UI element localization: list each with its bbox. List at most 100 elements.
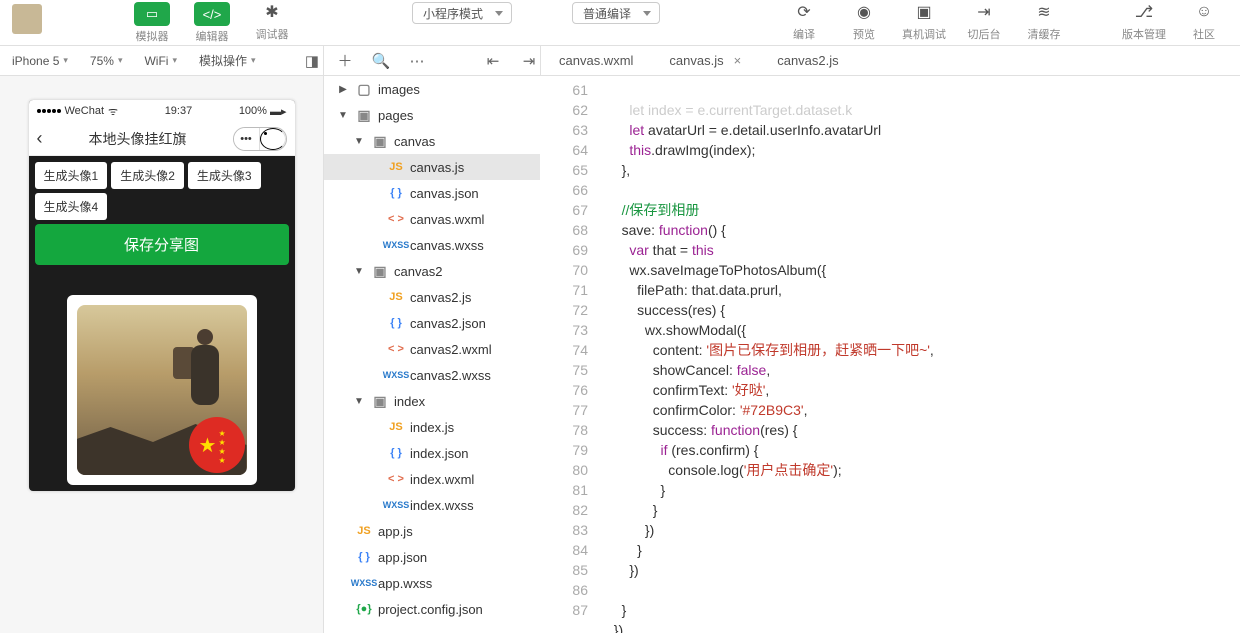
json-icon: { } [382,187,410,199]
gen-avatar-3[interactable]: 生成头像3 [188,162,261,189]
page-title: 本地头像挂红旗 [89,129,187,149]
file-canvas2-js[interactable]: JScanvas2.js [324,284,540,310]
canvas2-wxss-label: canvas2.wxss [410,368,491,383]
file-canvas-wxml[interactable]: < >canvas.wxml [324,206,540,232]
js-icon: JS [382,291,410,303]
phone-statusbar: WeChat ᯤ 19:37 100% ▬▸ [29,100,295,122]
carrier-label: WeChat [65,105,105,117]
canvas2-label: canvas2 [394,264,442,279]
canvas-label: canvas [394,134,435,149]
app-js-label: app.js [378,524,413,539]
folder-pages[interactable]: ▼▣pages [324,102,540,128]
file-project-config[interactable]: {●}project.config.json [324,596,540,622]
back-icon[interactable]: ‹ [37,128,43,149]
folder-icon: ▢ [350,81,378,98]
gen-avatar-1[interactable]: 生成头像1 [35,162,108,189]
file-index-json[interactable]: { }index.json [324,440,540,466]
tab2-label: canvas.js [669,53,723,68]
folder-open-icon: ▣ [350,107,378,124]
file-canvas2-wxss[interactable]: WXSScanvas2.wxss [324,362,540,388]
canvas2-js-label: canvas2.js [410,290,471,305]
code-content[interactable]: let index = e.currentTarget.dataset.k le… [598,76,1240,633]
indent-right-icon[interactable]: ⇥ [518,50,540,72]
tab-canvas2-js[interactable]: canvas2.js [759,46,856,75]
tab-canvas-wxml[interactable]: canvas.wxml [541,46,651,75]
device-value: iPhone 5 [12,54,59,68]
menu-icon[interactable]: ••• [234,128,260,150]
file-app-wxss[interactable]: WXSSapp.wxss [324,570,540,596]
version-button[interactable]: ⎇ 版本管理 [1114,0,1174,46]
index-json-label: index.json [410,446,469,461]
bg-icon: ⇥ [969,0,999,24]
save-share-button[interactable]: 保存分享图 [35,224,289,265]
remote-icon: ▣ [909,0,939,24]
images-label: images [378,82,420,97]
remote-debug-button[interactable]: ▣ 真机调试 [894,0,954,46]
indent-left-icon[interactable]: ⇤ [482,50,504,72]
search-icon[interactable]: 🔍 [370,50,392,72]
background-button[interactable]: ⇥ 切后台 [954,0,1014,46]
wxss-icon: WXSS [382,240,410,250]
compile-select[interactable]: 普通编译 [572,2,660,24]
more-icon[interactable]: ⋯ [406,50,428,72]
folder-canvas2[interactable]: ▼▣canvas2 [324,258,540,284]
tab-canvas-js[interactable]: canvas.js × [651,46,759,75]
folder-index[interactable]: ▼▣index [324,388,540,414]
wxml-icon: < > [382,213,410,225]
simulate-select[interactable]: 模拟操作▾ [189,46,266,76]
gen-avatar-4[interactable]: 生成头像4 [35,193,108,220]
flag-badge: ★ ★★★★ [189,417,245,473]
file-index-wxml[interactable]: < >index.wxml [324,466,540,492]
device-select[interactable]: iPhone 5▾ [2,46,78,76]
mode-select[interactable]: 小程序模式 [412,2,512,24]
file-app-json[interactable]: { }app.json [324,544,540,570]
simulator-label: 模拟器 [136,28,169,44]
pages-label: pages [378,108,413,123]
file-canvas2-wxml[interactable]: < >canvas2.wxml [324,336,540,362]
file-canvas-js[interactable]: JScanvas.js [324,154,540,180]
gen-avatar-2[interactable]: 生成头像2 [111,162,184,189]
debugger-button[interactable]: ✱ 调试器 [242,0,302,46]
clear-cache-label: 清缓存 [1028,26,1061,42]
battery-icon: ▬▸ [270,105,287,118]
phone-time: 19:37 [165,105,193,117]
config-icon: {●} [350,603,378,615]
debugger-label: 调试器 [256,26,289,42]
remote-debug-label: 真机调试 [902,26,946,42]
folder-open-icon: ▣ [366,393,394,410]
clear-cache-button[interactable]: ≋ 清缓存 [1014,0,1074,46]
code-editor[interactable]: 6162636465666768697071727374757677787980… [540,76,1240,633]
version-icon: ⎇ [1129,0,1159,24]
file-index-js[interactable]: JSindex.js [324,414,540,440]
folder-images[interactable]: ▶▢images [324,76,540,102]
zoom-value: 75% [90,54,114,68]
simulate-value: 模拟操作 [199,52,247,69]
target-icon[interactable] [260,128,286,150]
preview-label: 预览 [853,26,875,42]
file-app-js[interactable]: JSapp.js [324,518,540,544]
background-label: 切后台 [968,26,1001,42]
canvas-json-label: canvas.json [410,186,479,201]
file-canvas-wxss[interactable]: WXSScanvas.wxss [324,232,540,258]
new-file-icon[interactable]: ＋ [334,50,356,72]
file-index-wxss[interactable]: WXSSindex.wxss [324,492,540,518]
folder-canvas[interactable]: ▼▣canvas [324,128,540,154]
file-tree[interactable]: ▶▢images ▼▣pages ▼▣canvas JScanvas.js { … [323,76,540,633]
zoom-select[interactable]: 75%▾ [80,46,133,76]
network-select[interactable]: WiFi▾ [134,46,187,76]
dock-icon[interactable]: ◨ [301,50,323,72]
capsule-button[interactable]: ••• [233,127,287,151]
json-icon: { } [350,551,378,563]
close-icon[interactable]: × [734,53,742,68]
editor-button[interactable]: </> 编辑器 [182,0,242,46]
bug-icon: ✱ [257,0,287,24]
simulator-button[interactable]: ▭ 模拟器 [122,0,182,46]
community-button[interactable]: ☺ 社区 [1174,0,1234,46]
file-canvas2-json[interactable]: { }canvas2.json [324,310,540,336]
compile-button[interactable]: ⟳ 编译 [774,0,834,46]
preview-button[interactable]: ◉ 预览 [834,0,894,46]
canvas-wxml-label: canvas.wxml [410,212,484,227]
wifi-icon: ᯤ [108,104,118,119]
file-canvas-json[interactable]: { }canvas.json [324,180,540,206]
tab1-label: canvas.wxml [559,53,633,68]
